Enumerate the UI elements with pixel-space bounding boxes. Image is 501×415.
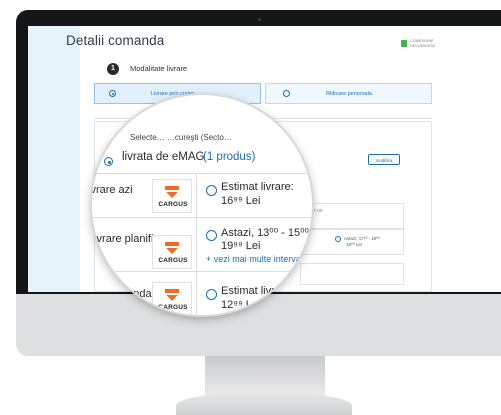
slot-row-small-3 (300, 263, 404, 285)
modify-button[interactable]: modifica (368, 154, 400, 165)
cargus-logo-3: CARGUS (152, 282, 192, 315)
lens-row2-price: 19⁹⁹ Lei (221, 240, 261, 252)
lens-row1-radio[interactable] (206, 185, 217, 196)
step-number: 1 (107, 63, 119, 75)
camera-dot (258, 18, 261, 21)
cargus-icon (165, 289, 179, 301)
lens-column-divider (196, 173, 197, 315)
lens-row1-line1: Estimat livrare: (221, 181, 294, 193)
lens-header-title: livrata de eMAG (122, 151, 205, 163)
lens-row1-price: 16⁹⁹ Lei (221, 195, 261, 207)
lens-header-link[interactable]: (1 produs) (203, 151, 255, 163)
lens-more-intervals-link[interactable]: + vezi mai multe interva (206, 254, 301, 264)
cargus-logo-1: CARGUS (152, 179, 192, 213)
lens-divider-1 (92, 173, 312, 174)
lens-row3-radio[interactable] (206, 289, 217, 300)
cargus-icon (165, 242, 179, 254)
option-pickup[interactable]: Ridicare personala (265, 83, 432, 104)
lens-row2-label: Livrare planific (92, 233, 159, 245)
magnifier-lens: Selecte… …cureşti (Secto… livrata de eMA… (92, 95, 312, 315)
slot-row-small: 17:00 (300, 203, 404, 229)
radio-pickup[interactable] (283, 90, 290, 97)
radio-slot-b[interactable] (335, 236, 341, 242)
lens-row2-line1: Astazi, 13⁰⁰ - 15⁰⁰ (221, 227, 309, 239)
lens-divider-2 (92, 217, 312, 218)
slot-time-green: 17:00 (311, 208, 323, 213)
lens-divider-3 (92, 271, 312, 272)
slot-row-small-2: Astazi, 17⁰⁰ - 19⁰⁰ 19⁰⁰ Lei (300, 229, 404, 255)
lock-icon (401, 40, 407, 47)
lens-row3-line1: Estimat livrare: (221, 285, 294, 297)
radio-courier[interactable] (109, 90, 116, 97)
lens-row2-radio[interactable] (206, 230, 217, 241)
lens-row1-label: ivrare azi (92, 184, 133, 196)
secure-connection-badge: CONEXIUNE SECURIZATA (401, 38, 441, 50)
secure-badge-text: CONEXIUNE SECURIZATA (410, 38, 435, 48)
slot-b-line2: 19⁰⁰ Lei (346, 242, 362, 247)
option-pickup-label: Ridicare personala (326, 91, 372, 97)
lens-row3-label: ivrare standa (92, 288, 152, 300)
lens-row3-price: 12⁹⁹ Lei (221, 299, 261, 311)
monitor-base (176, 392, 352, 415)
page-title: Detalii comanda (66, 33, 165, 48)
cargus-logo-2: CARGUS (152, 235, 192, 269)
step-label: Modalitate livrare (130, 64, 188, 73)
lens-select-city: Selecte… …cureşti (Secto… (130, 133, 232, 142)
cargus-icon (165, 186, 179, 198)
lens-header-radio[interactable] (104, 157, 113, 166)
